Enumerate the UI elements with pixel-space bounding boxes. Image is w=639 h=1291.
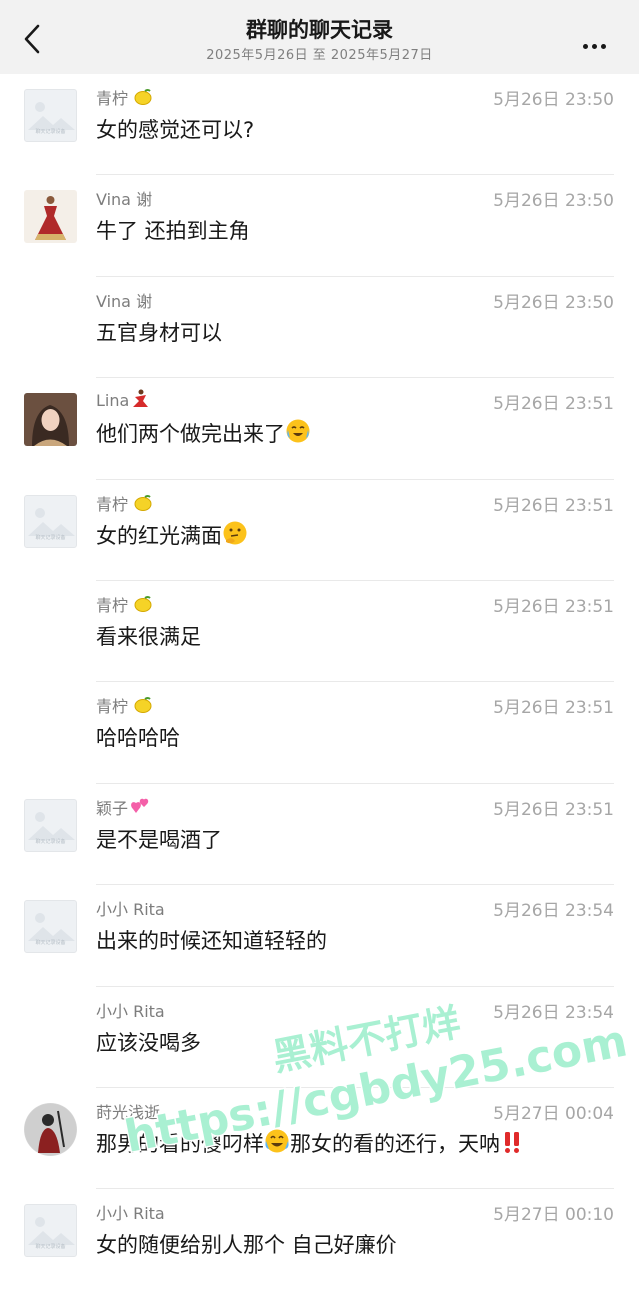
sender-name: Vina 谢 (96, 190, 153, 210)
avatar-placeholder-text: 聊天记录设备 (35, 838, 66, 845)
chat-message[interactable]: 莳光浅逝 5月27日 00:04 那男的看的傻叼样 那女的看的还行，天呐 (0, 1088, 639, 1190)
avatar[interactable]: 聊天记录设备 (24, 1204, 77, 1258)
sender-name: 莳光浅逝 (96, 1102, 161, 1122)
avatar[interactable]: 聊天记录设备 (24, 900, 77, 954)
avatar[interactable] (24, 393, 77, 447)
avatar-placeholder-text: 聊天记录设备 (35, 129, 66, 135)
double-exclamation-icon (505, 1131, 519, 1153)
message-text: 出来的时候还知道轻轻的 (96, 929, 327, 954)
message-time: 5月27日 00:04 (493, 1103, 614, 1124)
sender-name: 青柠 (96, 693, 153, 717)
sender-name: 颖子 (96, 795, 152, 819)
message-text: 女的感觉还可以? (96, 118, 255, 142)
message-time: 5月26日 23:51 (493, 596, 614, 617)
message-text: 五官身材可以 (96, 320, 222, 345)
more-options-icon[interactable] (583, 34, 615, 49)
avatar[interactable]: 聊天记录设备 (24, 798, 77, 852)
message-time: 5月27日 00:10 (493, 1205, 614, 1226)
page-title: 群聊的聊天记录 (246, 18, 393, 42)
message-text: 牛了 还拍到主角 (96, 219, 250, 244)
avatar-placeholder-text: 聊天记录设备 (35, 1244, 66, 1251)
chat-message[interactable]: 聊天记录设备 青柠 5月26日 23:51 女的红光满面 (0, 480, 639, 581)
dancer-icon (133, 389, 149, 408)
lemon-icon (134, 595, 152, 612)
avatar[interactable]: 聊天记录设备 (24, 89, 77, 142)
sender-name: 小小 Rita (96, 900, 165, 920)
crying-laughing-icon (286, 419, 310, 443)
message-time: 5月26日 23:50 (493, 191, 614, 212)
chat-message[interactable]: 聊天记录设备 颖子 5月26日 23:51 是不是喝酒了 (0, 784, 639, 886)
nav-bar: 群聊的聊天记录 2025年5月26日 至 2025年5月27日 (0, 0, 639, 74)
chat-message[interactable]: Lina 5月26日 23:51 他们两个做完出来了 (0, 378, 639, 480)
sender-name: 小小 Rita (96, 1001, 165, 1021)
message-text: 女的随便给别人那个 自己好廉价 (96, 1233, 397, 1258)
avatar-placeholder-text: 聊天记录设备 (35, 534, 66, 541)
lemon-icon (134, 494, 152, 511)
avatar[interactable]: 聊天记录设备 (24, 494, 77, 548)
joy-icon (265, 1129, 289, 1153)
chat-message[interactable]: 小小 Rita 5月26日 23:54 应该没喝多 (0, 987, 639, 1088)
message-text: 他们两个做完出来了 (96, 418, 311, 448)
message-time: 5月26日 23:50 (493, 90, 614, 110)
chat-message[interactable]: Vina 谢 5月26日 23:50 五官身材可以 (0, 277, 639, 379)
message-time: 5月26日 23:54 (493, 901, 614, 922)
sender-name: 青柠 (96, 491, 153, 515)
chat-message[interactable]: 青柠 5月26日 23:51 看来很满足 (0, 581, 639, 683)
message-time: 5月26日 23:51 (493, 394, 614, 415)
message-time: 5月26日 23:51 (493, 799, 614, 820)
chat-message[interactable]: 聊天记录设备 小小 Rita 5月26日 23:54 出来的时候还知道轻轻的 (0, 885, 639, 987)
thinking-face-icon (223, 521, 247, 545)
chat-message[interactable]: 青柠 5月26日 23:51 哈哈哈哈 (0, 682, 639, 784)
message-time: 5月26日 23:54 (493, 1002, 614, 1023)
message-text: 是不是喝酒了 (96, 827, 222, 852)
sender-name: 青柠 (96, 592, 153, 616)
sender-name: Vina 谢 (96, 291, 153, 311)
avatar[interactable] (24, 1102, 77, 1156)
message-time: 5月26日 23:51 (493, 698, 614, 719)
message-text: 应该没喝多 (96, 1030, 201, 1055)
sender-name: 小小 Rita (96, 1204, 165, 1224)
message-text: 那男的看的傻叼样 那女的看的还行，天呐 (96, 1128, 524, 1158)
hearts-icon (131, 798, 149, 813)
avatar[interactable] (24, 190, 77, 244)
message-text: 看来很满足 (96, 624, 201, 649)
lemon-icon (134, 697, 152, 714)
date-range: 2025年5月26日 至 2025年5月27日 (206, 48, 433, 63)
chat-record-list[interactable]: 聊天记录设备 青柠 5月26日 23:50 女的感觉还可以? Vina 谢 5月… (0, 74, 639, 1291)
avatar-placeholder-text: 聊天记录设备 (35, 940, 66, 947)
sender-name: Lina (96, 389, 151, 410)
chat-message[interactable]: 聊天记录设备 青柠 5月26日 23:50 女的感觉还可以? (0, 74, 639, 176)
sender-name: 青柠 (96, 85, 153, 109)
chat-message[interactable]: 聊天记录设备 小小 Rita 5月27日 00:10 女的随便给别人那个 自己好… (0, 1189, 639, 1290)
message-text: 哈哈哈哈 (96, 726, 180, 751)
chat-message[interactable]: Vina 谢 5月26日 23:50 牛了 还拍到主角 (0, 175, 639, 277)
lemon-icon (134, 89, 152, 105)
message-time: 5月26日 23:51 (493, 495, 614, 516)
message-text: 女的红光满面 (96, 520, 248, 550)
message-time: 5月26日 23:50 (493, 292, 614, 313)
